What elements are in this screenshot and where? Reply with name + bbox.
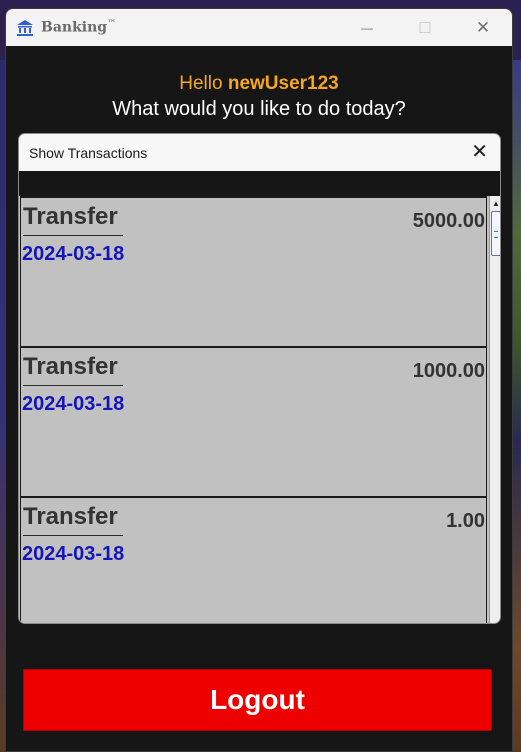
minimize-button[interactable]: — [338,9,396,46]
window-titlebar[interactable]: Banking™ — ☐ ✕ [6,9,512,46]
maximize-icon: ☐ [418,19,432,37]
minimize-icon: — [361,20,373,35]
transaction-item[interactable]: Transfer 2024-03-18 1.00 [20,496,487,623]
dialog-close-button[interactable]: ✕ [471,142,488,162]
username-label: newUser123 [227,73,339,94]
logout-button[interactable]: Logout [23,669,492,731]
transaction-type: Transfer [23,503,123,536]
dialog-titlebar[interactable]: Show Transactions ✕ [19,134,500,171]
window-title: Banking™ [41,19,117,36]
transaction-amount: 1.00 [446,510,485,532]
transaction-type: Transfer [23,353,123,386]
close-icon: ✕ [475,17,491,37]
transaction-type: Transfer [23,203,123,236]
prompt-question: What would you like to do today? [112,98,406,120]
transaction-date: 2024-03-18 [22,543,125,565]
transaction-amount: 5000.00 [412,210,485,232]
bank-building-icon [15,18,35,38]
scrollbar-thumb[interactable] [491,211,500,256]
transaction-date: 2024-03-18 [22,243,125,265]
greeting-text: Hello newUser123 [6,73,512,95]
transaction-item[interactable]: Transfer 2024-03-18 1000.00 [20,346,487,496]
transactions-dialog: Show Transactions ✕ Transfer 2024-03-18 … [18,133,501,624]
banking-app-window: Banking™ — ☐ ✕ Hello newUser123 What wou… [5,8,513,752]
transactions-list[interactable]: Transfer 2024-03-18 5000.00 Transfer 202… [19,196,489,623]
vertical-scrollbar[interactable]: ▲ [489,196,500,623]
greeting-prefix: Hello [179,73,223,94]
maximize-button[interactable]: ☐ [396,9,454,46]
scroll-up-arrow-icon[interactable]: ▲ [490,198,500,208]
transaction-date: 2024-03-18 [22,393,125,415]
window-controls: — ☐ ✕ [338,9,512,46]
dialog-title: Show Transactions [29,144,148,161]
close-button[interactable]: ✕ [454,9,512,46]
transaction-item[interactable]: Transfer 2024-03-18 5000.00 [20,196,487,346]
transaction-amount: 1000.00 [412,360,485,382]
dialog-header-band [19,171,500,196]
trademark-symbol: ™ [107,19,117,30]
